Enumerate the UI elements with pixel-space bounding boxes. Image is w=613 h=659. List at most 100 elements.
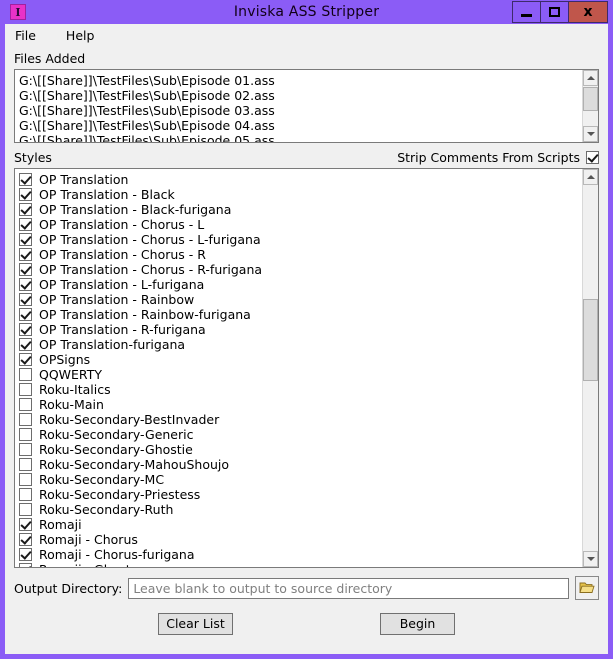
style-item-checkbox[interactable] [19,383,32,396]
style-item-label: Roku-Secondary-MahouShoujo [39,457,230,472]
styles-scroll-thumb[interactable] [583,299,598,381]
style-list-item[interactable]: Roku-Secondary-Generic [19,427,582,442]
style-item-checkbox[interactable] [19,188,32,201]
files-scroll-down-button[interactable] [583,126,598,142]
style-item-checkbox[interactable] [19,428,32,441]
style-item-checkbox[interactable] [19,278,32,291]
menu-item-file[interactable]: File [13,26,46,45]
style-list-item[interactable]: OP Translation - Rainbow [19,292,582,307]
style-item-label: OP Translation - Black [39,187,175,202]
output-directory-input[interactable] [128,577,569,599]
files-added-listbox[interactable]: G:\[[Share]]\TestFiles\Sub\Episode 01.as… [14,69,599,143]
style-item-checkbox[interactable] [19,263,32,276]
style-list-item[interactable]: OP Translation - Chorus - R-furigana [19,262,582,277]
styles-scroll-down-button[interactable] [583,551,598,567]
style-item-checkbox[interactable] [19,248,32,261]
menu-item-help[interactable]: Help [64,26,105,45]
style-list-item[interactable]: Romaji [19,517,582,532]
begin-button[interactable]: Begin [380,613,455,635]
minimize-icon [521,13,532,17]
style-item-checkbox[interactable] [19,473,32,486]
styles-listbox[interactable]: OP Translation OP Translation - Black OP T… [14,168,599,568]
files-scroll-up-button[interactable] [583,70,598,86]
style-item-label: Roku-Italics [39,382,111,397]
strip-comments-checkbox[interactable] [586,150,599,164]
files-scrollbar[interactable] [582,70,598,142]
style-list-item[interactable]: OPSigns [19,352,582,367]
style-item-label: OP Translation-furigana [39,337,186,352]
files-scroll-thumb[interactable] [583,87,598,111]
file-list-item[interactable]: G:\[[Share]]\TestFiles\Sub\Episode 03.as… [19,103,582,118]
title-bar[interactable]: I Inviska ASS Stripper x [5,0,608,24]
style-item-checkbox[interactable] [19,368,32,381]
minimize-button[interactable] [512,1,540,23]
style-list-item[interactable]: QQWERTY [19,367,582,382]
chevron-down-icon [586,557,595,561]
style-list-item[interactable]: Roku-Italics [19,382,582,397]
style-list-item[interactable]: OP Translation - Rainbow-furigana [19,307,582,322]
style-item-checkbox[interactable] [19,518,32,531]
style-item-label: OP Translation - Chorus - R-furigana [39,262,263,277]
style-list-item[interactable]: OP Translation - Black-furigana [19,202,582,217]
style-list-item[interactable]: Roku-Secondary-Priestess [19,487,582,502]
styles-scroll-up-button[interactable] [583,169,598,185]
file-list-item[interactable]: G:\[[Share]]\TestFiles\Sub\Episode 05.as… [19,133,582,142]
style-item-label: Roku-Secondary-MC [39,472,165,487]
inviska-app-icon: I [10,4,26,20]
style-list-item[interactable]: Roku-Secondary-Ghostie [19,442,582,457]
file-list-item[interactable]: G:\[[Share]]\TestFiles\Sub\Episode 02.as… [19,88,582,103]
style-item-checkbox[interactable] [19,338,32,351]
styles-scrollbar[interactable] [582,169,598,567]
style-item-label: Roku-Secondary-BestInvader [39,412,220,427]
style-item-checkbox[interactable] [19,548,32,561]
maximize-button[interactable] [540,1,568,23]
style-list-item[interactable]: OP Translation-furigana [19,337,582,352]
style-item-label: OP Translation - L-furigana [39,277,205,292]
style-list-item[interactable]: OP Translation [19,172,582,187]
style-item-checkbox[interactable] [19,173,32,186]
style-item-checkbox[interactable] [19,533,32,546]
style-item-checkbox[interactable] [19,218,32,231]
style-item-label: Romaji - Chorus [39,532,138,547]
style-list-item[interactable]: Roku-Secondary-MahouShoujo [19,457,582,472]
style-list-item[interactable]: OP Translation - L-furigana [19,277,582,292]
style-item-label: OP Translation - Rainbow [39,292,195,307]
style-item-label: OP Translation - Chorus - L-furigana [39,232,261,247]
styles-header: Styles Strip Comments From Scripts [5,149,608,165]
file-list-item[interactable]: G:\[[Share]]\TestFiles\Sub\Episode 01.as… [19,73,582,88]
app-icon-glyph: I [15,5,21,19]
style-list-item[interactable]: Roku-Secondary-BestInvader [19,412,582,427]
file-list-item[interactable]: G:\[[Share]]\TestFiles\Sub\Episode 04.as… [19,118,582,133]
style-item-checkbox[interactable] [19,353,32,366]
style-list-item[interactable]: Roku-Main [19,397,582,412]
style-list-item[interactable]: OP Translation - Black [19,187,582,202]
style-item-checkbox[interactable] [19,308,32,321]
style-item-checkbox[interactable] [19,458,32,471]
style-list-item[interactable]: Romaji - Chorus [19,532,582,547]
browse-folder-button[interactable] [575,576,599,600]
style-list-item[interactable]: Roku-Secondary-Ruth [19,502,582,517]
style-item-checkbox[interactable] [19,488,32,501]
style-item-checkbox[interactable] [19,233,32,246]
maximize-icon [549,7,560,17]
style-list-item[interactable]: OP Translation - Chorus - L-furigana [19,232,582,247]
style-list-item[interactable]: OP Translation - Chorus - L [19,217,582,232]
style-item-checkbox[interactable] [19,443,32,456]
close-button[interactable]: x [568,1,608,23]
style-item-checkbox[interactable] [19,413,32,426]
style-list-item[interactable]: Romaji - Ghost [19,562,582,567]
style-item-checkbox[interactable] [19,323,32,336]
strip-comments-group[interactable]: Strip Comments From Scripts [397,150,599,165]
clear-list-button[interactable]: Clear List [158,613,233,635]
style-item-checkbox[interactable] [19,503,32,516]
style-item-checkbox[interactable] [19,563,32,567]
style-list-item[interactable]: Roku-Secondary-MC [19,472,582,487]
window-controls: x [512,1,608,23]
open-folder-icon [579,582,595,593]
style-item-checkbox[interactable] [19,203,32,216]
style-item-checkbox[interactable] [19,398,32,411]
style-item-checkbox[interactable] [19,293,32,306]
style-list-item[interactable]: OP Translation - Chorus - R [19,247,582,262]
style-list-item[interactable]: Romaji - Chorus-furigana [19,547,582,562]
style-list-item[interactable]: OP Translation - R-furigana [19,322,582,337]
